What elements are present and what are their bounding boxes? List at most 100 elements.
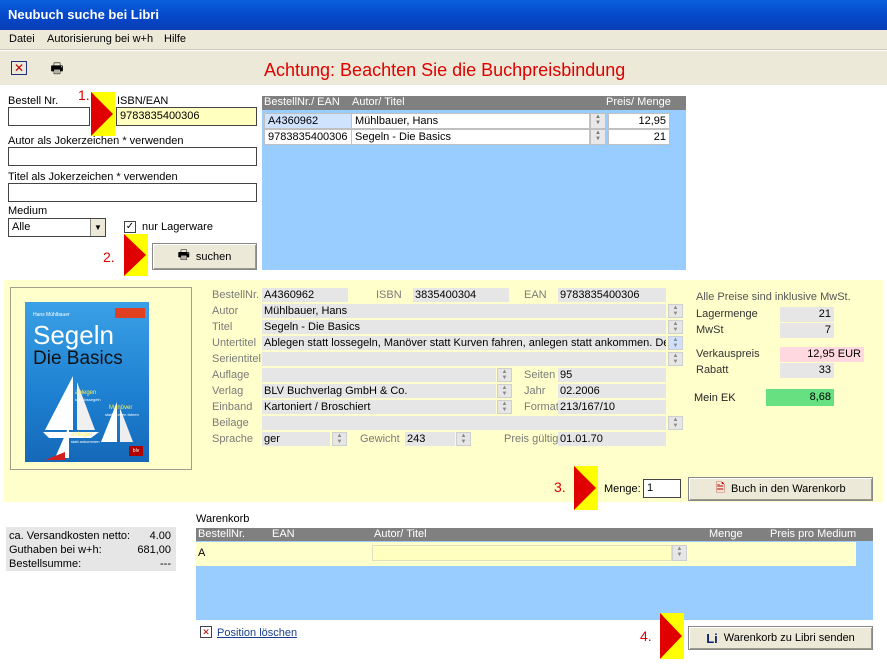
search-button[interactable]: 🖶 suchen [152,243,257,270]
row-spinner-icon[interactable]: ▲ ▼ [590,113,606,129]
cover-line-3: Manöver [109,405,133,411]
detail-untertitel-label: Untertitel [212,337,257,349]
detail-serientitel-label: Serientitel [212,353,261,365]
send-cart-button[interactable]: Li Warenkorb zu Libri senden [688,626,873,650]
cart-row[interactable]: A ▲ ▼ [196,542,856,566]
step-2-label: 2. [103,249,115,265]
cart-list[interactable]: BestellNr. EAN Autor/ Titel Menge Preis … [196,528,873,620]
bestellsumme-value: --- [160,558,171,570]
detail-serientitel [262,352,666,366]
search-button-label: suchen [195,250,232,263]
results-row-value: 21 [608,129,670,145]
bestell-label: Bestell Nr. [8,95,59,107]
cart-row-title [372,545,672,561]
rabatt-value: 33 [780,363,834,378]
cover-line-4: statt Kurven fahren [105,412,139,417]
sailboat-icon [43,376,133,460]
delete-position-link[interactable]: Position löschen [217,627,297,639]
menge-input[interactable]: 1 [643,479,681,498]
detail-titel-spinner-icon[interactable]: ▲ ▼ [668,320,683,334]
bestellsumme-label: Bestellsumme: [9,558,82,570]
step-3-label: 3. [554,479,566,495]
medium-select[interactable]: Alle ▼ [8,218,106,237]
step-2-arrow-icon [124,234,148,276]
lager-checkbox[interactable]: ✓ [124,221,136,233]
detail-beilage-label: Beilage [212,417,249,429]
detail-auflage-spinner-icon[interactable]: ▲ ▼ [497,368,512,382]
cart-header-ean: EAN [272,528,295,540]
row-spinner-icon[interactable]: ▲ ▼ [590,129,606,145]
verkaufspreis-value: 12,95 EUR [780,347,864,362]
lager-menge: 21 [780,307,834,322]
book-cover: Hans Mühlbauer Segeln Die Basics ablegen… [10,287,192,470]
detail-verlag-spinner-icon[interactable]: ▲ ▼ [497,384,512,398]
guthaben-label: Guthaben bei w+h: [9,544,102,556]
results-row[interactable]: 9783835400306 Segeln - Die Basics ▲ ▼ 21 [264,129,670,145]
isbn-input[interactable]: 9783835400306 [116,107,257,126]
lager-label: nur Lagerware [142,221,213,233]
titel-label: Titel als Jokerzeichen * verwenden [8,171,178,183]
detail-titel-label: Titel [212,321,233,333]
menu-autorisierung[interactable]: Autorisierung bei w+h [47,33,153,45]
detail-autor: Mühlbauer, Hans [262,304,666,318]
cover-line-5: anlegen [71,432,93,438]
close-mail-icon[interactable]: ✕ [11,61,27,75]
cart-header-title: Autor/ Titel [374,528,427,540]
detail-sprache-spinner-icon[interactable]: ▲ ▼ [332,432,347,446]
autor-input[interactable] [8,147,257,166]
bestell-input[interactable] [8,107,90,126]
rabatt-label: Rabatt [696,364,729,376]
detail-verlag-label: Verlag [212,385,244,397]
step-3-arrow-icon [574,466,598,510]
menge-label: Menge: [604,483,641,495]
price-binding-warning: Achtung: Beachten Sie die Buchpreisbindu… [264,60,626,80]
cover-line-6: statt ankommen [71,439,100,444]
cart-header-id: BestellNr. [198,528,246,540]
printer-icon[interactable]: 🖶 [49,61,65,75]
menu-datei[interactable]: Datei [9,33,35,45]
printer-icon: 🖶 [177,246,190,262]
detail-format: 213/167/10 [558,400,666,414]
window-title-bar: Neubuch suche bei Libri [0,0,887,30]
menu-bar: Datei Autorisierung bei w+h Hilfe [0,30,887,50]
add-to-cart-button[interactable]: 🗎 Buch in den Warenkorb [688,477,873,501]
detail-ean: 9783835400306 [558,288,666,302]
detail-preis-label: Preis gültig [504,433,559,445]
cart-row-spinner-icon[interactable]: ▲ ▼ [672,545,687,561]
versand-value: 4.00 [149,530,171,542]
detail-serientitel-spinner-icon[interactable]: ▲ ▼ [668,352,683,366]
menu-hilfe[interactable]: Hilfe [164,33,186,45]
detail-titel: Segeln - Die Basics [262,320,666,334]
detail-autor-spinner-icon[interactable]: ▲ ▼ [668,304,683,318]
detail-sprache: ger [262,432,330,446]
results-header-title: Autor/ Titel [352,96,405,108]
chevron-down-icon[interactable]: ▼ [90,219,105,236]
detail-gewicht-label: Gewicht [360,433,400,445]
detail-beilage [262,416,666,430]
detail-isbn: 3835400304 [413,288,509,302]
detail-untertitel-spinner-icon[interactable]: ▲ ▼ [668,336,683,350]
cover-line-2: statt lossegeln [75,397,101,402]
cart-header: BestellNr. EAN Autor/ Titel Menge Preis … [196,528,873,541]
detail-bestellnr-label: BestellNr. [212,289,260,301]
results-list[interactable]: BestellNr./ EAN Autor/ Titel Preis/ Meng… [262,96,686,270]
results-row-id: A4360962 [264,113,352,129]
detail-einband-spinner-icon[interactable]: ▲ ▼ [497,400,512,414]
results-row[interactable]: A4360962 Mühlbauer, Hans ▲ ▼ 12,95 [264,113,670,129]
results-row-value: 12,95 [608,113,670,129]
detail-beilage-spinner-icon[interactable]: ▲ ▼ [668,416,683,430]
detail-preis: 01.01.70 [558,432,666,446]
verkaufspreis-label: Verkauspreis [696,348,760,360]
libri-icon: Li [706,630,718,646]
cart-header-preis: Preis pro Medium [770,528,857,540]
results-row-id: 9783835400306 [264,129,352,145]
cart-title: Warenkorb [196,513,250,525]
add-to-cart-label: Buch in den Warenkorb [731,483,846,495]
delete-position-icon[interactable]: ✕ [200,626,212,638]
detail-gewicht-spinner-icon[interactable]: ▲ ▼ [456,432,471,446]
detail-format-label: Format [524,401,559,413]
detail-jahr: 02.2006 [558,384,666,398]
medium-label: Medium [8,205,48,217]
titel-input[interactable] [8,183,257,202]
mwst-label: MwSt [696,324,724,336]
